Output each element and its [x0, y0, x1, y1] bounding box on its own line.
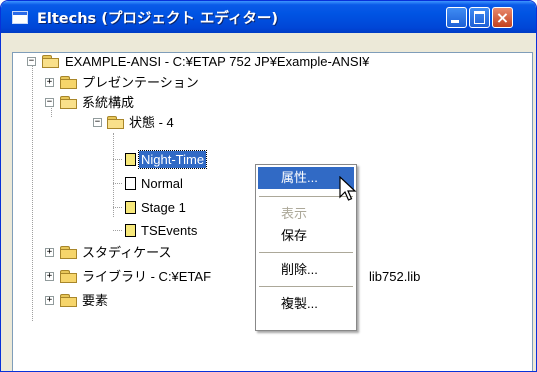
tree-connector — [113, 159, 122, 160]
maximize-button[interactable] — [469, 7, 490, 28]
collapse-icon[interactable]: − — [45, 98, 54, 107]
collapse-icon[interactable]: − — [27, 57, 36, 66]
expand-icon[interactable]: + — [45, 296, 54, 305]
close-button[interactable]: × — [492, 7, 513, 28]
tree-node-label: EXAMPLE-ANSI - C:¥ETAP 752 JP¥Example-AN… — [65, 54, 370, 69]
open-folder-icon — [42, 55, 60, 68]
tree-node-label: TSEvents — [141, 223, 198, 238]
tree-node-study-case[interactable]: + スタディケース — [43, 244, 243, 261]
menu-item-show[interactable]: 表示 — [258, 203, 354, 225]
open-folder-icon — [60, 96, 78, 109]
close-icon: × — [495, 8, 510, 27]
tree-node-label: ライブラリ - C:¥ETAF — [82, 269, 212, 284]
tree-node-label-tail: lib752.lib — [369, 269, 421, 284]
open-folder-icon — [107, 116, 125, 129]
expand-icon[interactable]: + — [45, 248, 54, 257]
collapse-icon[interactable]: − — [93, 118, 102, 127]
document-icon — [125, 224, 136, 237]
document-icon — [125, 201, 136, 214]
document-icon — [125, 153, 136, 166]
tree-node-label: Normal — [141, 176, 183, 191]
tree-connector — [32, 66, 33, 321]
mouse-pointer-icon — [339, 176, 357, 201]
tree-node-label: スタディケース — [82, 245, 172, 260]
window-title: Eltechs (プロジェクト エディター) — [37, 11, 279, 27]
expand-icon[interactable]: + — [45, 78, 54, 87]
folder-icon — [60, 76, 78, 89]
tree-node-label: Stage 1 — [141, 200, 186, 215]
menu-item-save[interactable]: 保存 — [258, 225, 354, 247]
tree-connector — [113, 207, 122, 208]
menu-item-delete[interactable]: 削除... — [258, 259, 354, 281]
tree-node-state[interactable]: − 状態 - 4 — [89, 114, 289, 131]
expand-icon[interactable]: + — [45, 272, 54, 281]
tree-node-label: 系統構成 — [82, 95, 135, 110]
tree-node-label: プレゼンテーション — [82, 75, 199, 90]
tree-node-elements[interactable]: + 要素 — [43, 292, 243, 309]
tree-connector — [113, 133, 114, 217]
app-window-icon — [12, 11, 28, 24]
menu-separator — [259, 286, 353, 287]
tree-connector — [113, 230, 122, 231]
folder-icon — [60, 246, 78, 259]
title-bar[interactable]: Eltechs (プロジェクト エディター) × — [1, 1, 536, 33]
tree-node-label: 状態 - 4 — [129, 115, 174, 130]
tree-node-presentation[interactable]: + プレゼンテーション — [43, 74, 243, 91]
folder-icon — [60, 270, 78, 283]
tree-node-label: 要素 — [82, 293, 109, 308]
tree-node-label: Night-Time — [137, 150, 208, 169]
tree-node-system-configuration[interactable]: − 系統構成 — [43, 94, 243, 111]
tree-node-root[interactable]: − EXAMPLE-ANSI - C:¥ETAP 752 JP¥Example-… — [26, 53, 526, 70]
minimize-button[interactable] — [446, 7, 467, 28]
folder-icon — [60, 294, 78, 307]
document-icon — [125, 177, 136, 190]
menu-item-duplicate[interactable]: 複製... — [258, 293, 354, 315]
menu-separator — [259, 252, 353, 253]
tree-connector — [113, 183, 122, 184]
